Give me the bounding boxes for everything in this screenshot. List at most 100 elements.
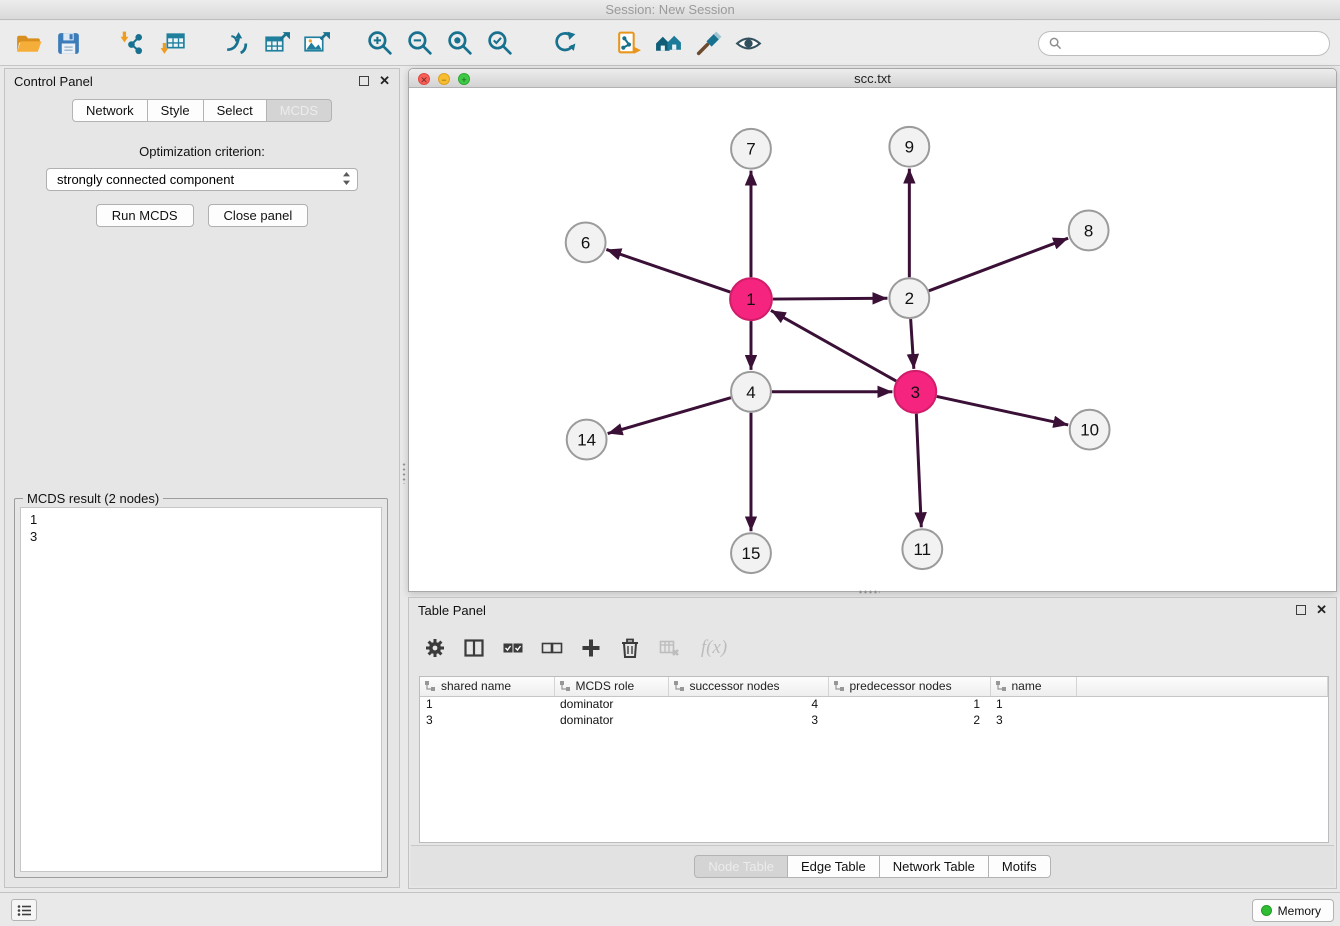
table-cell: 3 bbox=[668, 712, 828, 728]
graph-node-8[interactable]: 8 bbox=[1069, 211, 1109, 251]
criterion-dropdown[interactable]: strongly connected component bbox=[46, 168, 358, 191]
select-all-button[interactable] bbox=[501, 636, 525, 660]
import-table-button[interactable] bbox=[152, 23, 192, 63]
show-hide-button[interactable] bbox=[728, 23, 768, 63]
column-header-name[interactable]: name bbox=[990, 677, 1076, 696]
graph-node-1[interactable]: 1 bbox=[730, 278, 772, 320]
new-network-button[interactable] bbox=[216, 23, 256, 63]
tab-select[interactable]: Select bbox=[203, 99, 267, 122]
save-session-button[interactable] bbox=[48, 23, 88, 63]
close-table-panel-icon[interactable]: ✕ bbox=[1316, 605, 1327, 615]
graph-edge-1-6[interactable] bbox=[606, 249, 730, 292]
vertical-splitter-handle[interactable] bbox=[401, 462, 407, 484]
search-input[interactable] bbox=[1068, 36, 1319, 51]
column-type-icon bbox=[673, 680, 685, 692]
tab-network[interactable]: Network bbox=[72, 99, 148, 122]
refresh-layout-button[interactable] bbox=[544, 23, 584, 63]
table-tab-edge-table[interactable]: Edge Table bbox=[787, 855, 880, 878]
table-panel-header: Table Panel ✕ bbox=[409, 598, 1336, 622]
graph-node-11[interactable]: 11 bbox=[902, 529, 942, 569]
run-mcds-button[interactable]: Run MCDS bbox=[96, 204, 194, 227]
folder-icon bbox=[14, 29, 43, 58]
network-canvas[interactable]: 7 9 6 8 1 2 4 3 14 10 15 11 bbox=[409, 89, 1336, 591]
minimize-traffic-button[interactable]: − bbox=[438, 73, 450, 85]
function-builder-button[interactable]: f(x) bbox=[696, 636, 732, 660]
float-panel-icon[interactable] bbox=[359, 76, 369, 86]
graph-edge-2-3[interactable] bbox=[911, 319, 914, 369]
graph-edge-4-14[interactable] bbox=[608, 398, 731, 434]
control-panel-header: Control Panel ✕ bbox=[5, 69, 399, 93]
plus-icon bbox=[580, 637, 602, 659]
network-window-titlebar[interactable]: ✕ − + scc.txt bbox=[409, 69, 1336, 88]
svg-text:9: 9 bbox=[905, 138, 914, 157]
add-column-button[interactable] bbox=[579, 636, 603, 660]
brush-icon bbox=[694, 29, 723, 58]
import-network-icon bbox=[118, 29, 147, 58]
export-table-button[interactable] bbox=[256, 23, 296, 63]
close-panel-icon[interactable]: ✕ bbox=[379, 76, 390, 86]
graph-node-15[interactable]: 15 bbox=[731, 533, 771, 573]
table-settings-button[interactable] bbox=[423, 636, 447, 660]
graph-node-4[interactable]: 4 bbox=[731, 372, 771, 412]
column-header-MCDS-role[interactable]: MCDS role bbox=[554, 677, 668, 696]
column-header-successor-nodes[interactable]: successor nodes bbox=[668, 677, 828, 696]
window-titlebar[interactable]: Session: New Session bbox=[0, 0, 1340, 20]
export-image-icon bbox=[302, 29, 331, 58]
deselect-all-button[interactable] bbox=[540, 636, 564, 660]
graph-edge-1-2[interactable] bbox=[773, 298, 888, 299]
zoom-selected-button[interactable] bbox=[480, 23, 520, 63]
graph-node-2[interactable]: 2 bbox=[889, 278, 929, 318]
show-columns-button[interactable] bbox=[462, 636, 486, 660]
overview-button[interactable] bbox=[648, 23, 688, 63]
table-tab-motifs[interactable]: Motifs bbox=[988, 855, 1051, 878]
panel-list-button[interactable] bbox=[11, 899, 37, 921]
table-row[interactable]: 1dominator411 bbox=[420, 696, 1328, 712]
table-cell: 1 bbox=[828, 696, 990, 712]
table-tab-network-table[interactable]: Network Table bbox=[879, 855, 989, 878]
style-brush-button[interactable] bbox=[688, 23, 728, 63]
zoom-fit-button[interactable] bbox=[440, 23, 480, 63]
table-panel: Table Panel ✕ bbox=[408, 597, 1337, 889]
graph-node-6[interactable]: 6 bbox=[566, 222, 606, 262]
graph-edge-3-10[interactable] bbox=[937, 396, 1068, 424]
graph-edge-3-1[interactable] bbox=[771, 310, 896, 381]
graph-edge-2-8[interactable] bbox=[929, 238, 1068, 291]
import-network-button[interactable] bbox=[112, 23, 152, 63]
delete-table-icon bbox=[658, 637, 680, 659]
open-session-button[interactable] bbox=[8, 23, 48, 63]
search-icon bbox=[1049, 37, 1062, 50]
graph-node-7[interactable]: 7 bbox=[731, 129, 771, 169]
delete-column-button[interactable] bbox=[618, 636, 642, 660]
graph-node-14[interactable]: 14 bbox=[567, 420, 607, 460]
delete-table-button[interactable] bbox=[657, 636, 681, 660]
export-image-button[interactable] bbox=[296, 23, 336, 63]
graph-edge-3-11[interactable] bbox=[916, 414, 921, 528]
table-toolbar: f(x) bbox=[423, 632, 732, 664]
function-icon: f(x) bbox=[701, 637, 727, 659]
floppy-icon bbox=[54, 29, 83, 58]
close-panel-button[interactable]: Close panel bbox=[208, 204, 309, 227]
memory-button[interactable]: Memory bbox=[1252, 899, 1334, 922]
zoom-out-button[interactable] bbox=[400, 23, 440, 63]
tab-mcds[interactable]: MCDS bbox=[266, 99, 332, 122]
table-tab-node-table[interactable]: Node Table bbox=[694, 855, 788, 878]
mcds-result-list[interactable]: 13 bbox=[20, 507, 382, 872]
tab-style[interactable]: Style bbox=[147, 99, 204, 122]
column-header-shared-name[interactable]: shared name bbox=[420, 677, 554, 696]
column-header-predecessor-nodes[interactable]: predecessor nodes bbox=[828, 677, 990, 696]
close-traffic-button[interactable]: ✕ bbox=[418, 73, 430, 85]
horizontal-splitter-handle[interactable] bbox=[858, 589, 880, 595]
graph-node-10[interactable]: 10 bbox=[1070, 410, 1110, 450]
search-box[interactable] bbox=[1038, 31, 1330, 56]
zoom-traffic-button[interactable]: + bbox=[458, 73, 470, 85]
table-cell-filler bbox=[1076, 696, 1328, 712]
table-row[interactable]: 3dominator323 bbox=[420, 712, 1328, 728]
graph-node-9[interactable]: 9 bbox=[889, 127, 929, 167]
table-header-row: shared nameMCDS rolesuccessor nodesprede… bbox=[420, 677, 1328, 696]
zoom-in-button[interactable] bbox=[360, 23, 400, 63]
clipboard-network-button[interactable] bbox=[608, 23, 648, 63]
table-cell: 3 bbox=[990, 712, 1076, 728]
select-all-icon bbox=[502, 637, 524, 659]
graph-node-3[interactable]: 3 bbox=[894, 371, 936, 413]
float-table-panel-icon[interactable] bbox=[1296, 605, 1306, 615]
